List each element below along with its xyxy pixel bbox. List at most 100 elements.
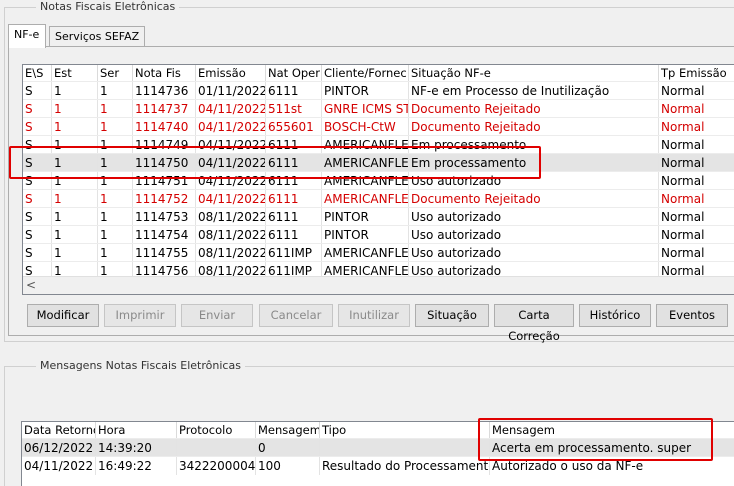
- nfe-table-cell-col-nota-fis: 1114751: [133, 172, 196, 190]
- nfe-table-cell-col-emissao: 04/11/2022: [198, 136, 266, 154]
- nfe-table-cell-col-situacao-nfe: Documento Rejeitado: [409, 100, 659, 118]
- nfe-table-cell-col-nota-fis: 1114740: [133, 118, 196, 136]
- nfe-table-cell-col-est: 1: [52, 100, 98, 118]
- nfe-table-cell-col-tp-emissao: Normal: [659, 172, 734, 190]
- nfe-table-cell-col-nota-fis: 1114754: [133, 226, 196, 244]
- messages-table-cell-col-hora: 14:39:20: [96, 439, 177, 457]
- msg-header-col-mensagem[interactable]: Mensagem: [490, 422, 734, 439]
- nfe-table-cell-col-ser: 1: [98, 190, 133, 208]
- nfe-table-cell-col-nat-oper: 6111: [266, 82, 322, 100]
- nfe-table-cell-col-cliente-fornec: PINTOR: [322, 226, 409, 244]
- nfe-table-row[interactable]: S 1 1 1114740 04/11/2022 655601 BOSCH-CtW Docum…: [23, 117, 734, 136]
- imprimir-button[interactable]: Imprimir: [104, 304, 176, 327]
- nfe-header-col-situacao-nfe[interactable]: Situação NF-e: [409, 65, 659, 82]
- nfe-table-cell-col-cliente-fornec: AMERICANFLEX: [324, 190, 409, 208]
- messages-group-title: Mensagens Notas Fiscais Eletrônicas: [36, 359, 245, 372]
- nfe-table-cell-col-nat-oper: 655601: [266, 118, 322, 136]
- msg-header-col-protocolo[interactable]: Protocolo: [177, 422, 256, 439]
- nfe-table-row[interactable]: S 1 1 1114736 01/11/2022 6111 PINTOR NF-e em Pr…: [23, 81, 734, 100]
- messages-table-cell-col-data-retorno: 04/11/2022: [22, 457, 96, 475]
- nfe-table-cell-col-ser: 1: [98, 82, 133, 100]
- nfe-table-cell-col-nat-oper: 6111: [266, 136, 322, 154]
- nfe-table-cell-col-ser: 1: [98, 172, 133, 190]
- nfe-table-cell-col-tp-emissao: Normal: [659, 118, 734, 136]
- nfe-table-row[interactable]: S 1 1 1114737 04/11/2022 511st GNRE ICMS ST Doc…: [23, 99, 734, 118]
- nfe-group-title: Notas Fiscais Eletrônicas: [36, 0, 180, 13]
- nfe-table-cell-col-es: S: [23, 208, 52, 226]
- nfe-table-cell-col-es: S: [23, 82, 52, 100]
- messages-table-row[interactable]: 06/12/2022 14:39:20 0 Acerta em processamen…: [22, 438, 734, 457]
- nfe-table-cell-col-es: S: [23, 118, 52, 136]
- nfe-table-cell-col-situacao-nfe: Uso autorizado: [409, 208, 659, 226]
- nfe-table-row[interactable]: S 1 1 1114754 08/11/2022 6111 PINTOR Uso autori…: [23, 225, 734, 244]
- msg-header-col-mensagem-codigo[interactable]: Mensagem: [256, 422, 320, 439]
- cancelar-button[interactable]: Cancelar: [259, 304, 333, 327]
- nfe-table-row[interactable]: S 1 1 1114752 04/11/2022 6111 AMERICANFLEX Docu…: [23, 189, 734, 208]
- nfe-table-cell-col-emissao: 08/11/2022: [198, 244, 266, 262]
- messages-table[interactable]: Data Retorno Hora Protocolo Mensagem Tipo Men…: [21, 421, 734, 486]
- msg-header-col-data-retorno[interactable]: Data Retorno: [22, 422, 96, 439]
- nfe-table-cell-col-cliente-fornec: BOSCH-CtW: [322, 118, 409, 136]
- messages-table-row[interactable]: 04/11/202216:49:22342220000440100Resulta…: [22, 456, 734, 475]
- nfe-table-row[interactable]: S 1 1 1114749 04/11/2022 6111 AMERICANFLEX Em p…: [23, 135, 734, 154]
- enviar-button[interactable]: Enviar: [181, 304, 253, 327]
- nfe-header-col-ser[interactable]: Ser: [98, 65, 133, 82]
- nfe-table-cell-col-ser: 1: [98, 118, 133, 136]
- msg-header-col-tipo[interactable]: Tipo: [320, 422, 490, 439]
- nfe-table-cell-col-est: 1: [52, 190, 98, 208]
- nfe-table[interactable]: E\S Est Ser Nota Fis Emissão Nat Oper Cliente/…: [22, 64, 734, 295]
- nfe-table-cell-col-nota-fis: 1114753: [133, 208, 196, 226]
- nfe-header-col-es[interactable]: E\S: [23, 65, 52, 82]
- nfe-table-cell-col-situacao-nfe: Em processamento: [409, 136, 659, 154]
- messages-table-cell-col-tipo: [320, 439, 490, 457]
- nfe-table-row[interactable]: S 1 1 1114753 08/11/2022 6111 PINTOR Uso autori…: [23, 207, 734, 226]
- nfe-header-col-tp-emissao[interactable]: Tp Emissão: [659, 65, 734, 82]
- tab-servicos-sefaz[interactable]: Serviços SEFAZ: [49, 26, 145, 47]
- nfe-table-cell-col-est: 1: [52, 82, 98, 100]
- horizontal-scrollbar[interactable]: <: [23, 276, 734, 294]
- nfe-header-col-emissao[interactable]: Emissão: [196, 65, 266, 82]
- eventos-button[interactable]: Eventos: [656, 304, 728, 327]
- carta-correcao-button[interactable]: Carta Correção: [494, 304, 574, 343]
- nfe-table-cell-col-situacao-nfe: Uso autorizado: [409, 226, 659, 244]
- nfe-table-cell-col-situacao-nfe: Documento Rejeitado: [409, 190, 659, 208]
- nfe-table-cell-col-tp-emissao: Normal: [659, 208, 734, 226]
- nfe-table-cell-col-tp-emissao: Normal: [659, 136, 734, 154]
- nfe-table-cell-col-es: S: [23, 190, 52, 208]
- nfe-table-cell-col-es: S: [23, 244, 52, 262]
- msg-header-col-hora[interactable]: Hora: [96, 422, 177, 439]
- nfe-table-header: E\S Est Ser Nota Fis Emissão Nat Oper Cliente/…: [23, 65, 734, 82]
- historico-button[interactable]: Histórico: [579, 304, 651, 327]
- nfe-table-cell-col-nota-fis: 1114755: [133, 244, 196, 262]
- nfe-table-cell-col-cliente-fornec: PINTOR: [322, 208, 409, 226]
- scroll-left-icon[interactable]: <: [26, 278, 36, 292]
- nfe-table-cell-col-tp-emissao: Normal: [659, 154, 734, 172]
- nfe-table-cell-col-situacao-nfe: Uso autorizado: [409, 172, 659, 190]
- nfe-table-cell-col-emissao: 04/11/2022: [198, 190, 266, 208]
- modificar-button[interactable]: Modificar: [27, 304, 99, 327]
- messages-table-cell-col-mensagem: Acerta em processamento. super: [490, 439, 734, 457]
- tab-nfe[interactable]: NF-e: [8, 24, 46, 48]
- nfe-table-row[interactable]: S 1 1 1114755 08/11/2022 611IMP AMERICANFLEX Us…: [23, 243, 734, 262]
- nfe-table-cell-col-est: 1: [52, 226, 98, 244]
- messages-table-cell-col-tipo: Resultado do Processamento: [322, 457, 490, 475]
- nfe-table-cell-col-cliente-fornec: AMERICANFLEX: [324, 172, 409, 190]
- situacao-button[interactable]: Situação: [415, 304, 489, 327]
- inutilizar-button[interactable]: Inutilizar: [338, 304, 410, 327]
- nfe-table-cell-col-cliente-fornec: PINTOR: [322, 82, 409, 100]
- nfe-table-cell-col-nat-oper: 6111: [266, 208, 322, 226]
- nfe-header-col-nat-oper[interactable]: Nat Oper: [266, 65, 322, 82]
- nfe-table-cell-col-es: S: [23, 172, 52, 190]
- nfe-header-col-nota-fis[interactable]: Nota Fis: [133, 65, 196, 82]
- nfe-table-cell-col-es: S: [23, 226, 52, 244]
- nfe-table-cell-col-ser: 1: [98, 154, 133, 172]
- nfe-table-cell-col-est: 1: [52, 118, 98, 136]
- nfe-table-row[interactable]: S 1 1 1114750 04/11/2022 6111 AMERICANFLEX Em p…: [23, 153, 734, 172]
- nfe-header-col-est[interactable]: Est: [52, 65, 98, 82]
- nfe-table-row[interactable]: S 1 1 1114751 04/11/2022 6111 AMERICANFLEX Uso …: [23, 171, 734, 190]
- nfe-table-cell-col-est: 1: [52, 154, 98, 172]
- nfe-table-cell-col-situacao-nfe: Uso autorizado: [409, 244, 659, 262]
- nfe-header-col-cliente-fornec[interactable]: Cliente/Fornec: [322, 65, 409, 82]
- nfe-table-cell-col-nota-fis: 1114750: [133, 154, 196, 172]
- nfe-table-cell-col-cliente-fornec: AMERICANFLEX: [324, 154, 409, 172]
